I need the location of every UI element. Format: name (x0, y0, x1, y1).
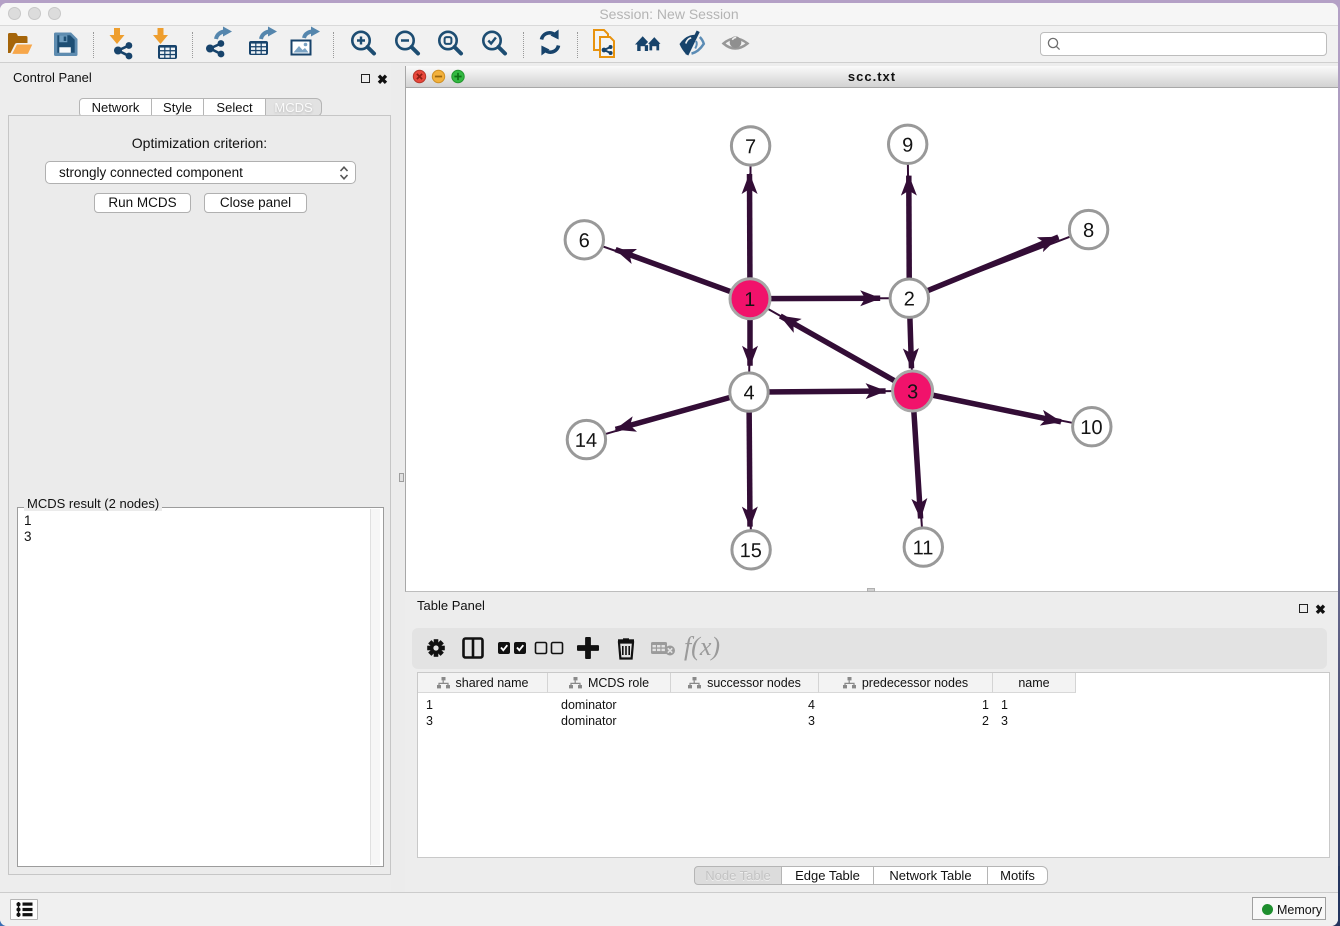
svg-text:f(x): f(x) (684, 632, 720, 661)
